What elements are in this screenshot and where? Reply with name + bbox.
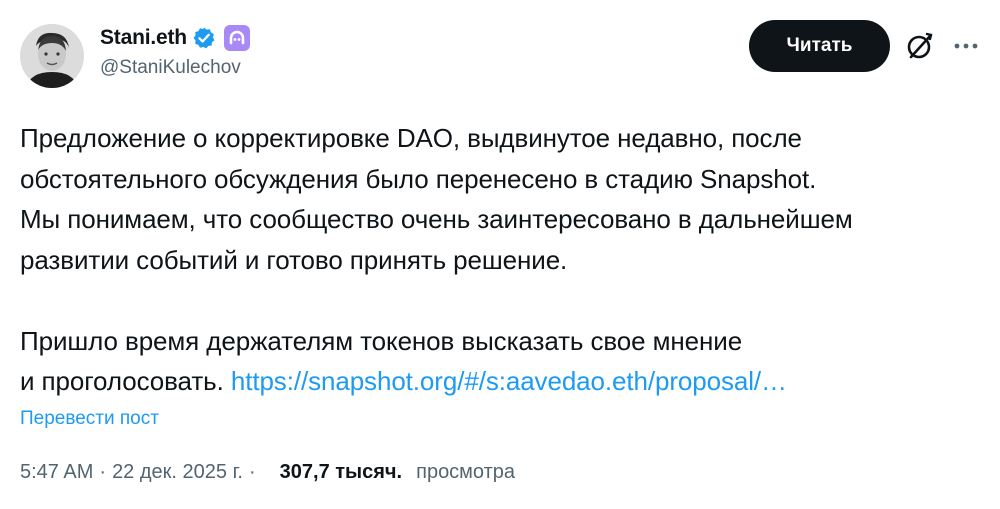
meta-separator: · bbox=[248, 461, 256, 483]
affiliate-badge-icon[interactable] bbox=[223, 25, 250, 51]
author-handle[interactable]: @StaniKulechov bbox=[100, 57, 241, 79]
tweet-line: обстоятельного обсуждения было перенесен… bbox=[20, 163, 817, 194]
tweet-time[interactable]: 5:47 AM bbox=[20, 461, 93, 484]
meta-separator: · bbox=[99, 461, 107, 483]
tweet-line-with-link: и проголосовать. https://snapshot.org/#/… bbox=[20, 361, 980, 402]
grok-icon[interactable] bbox=[904, 30, 936, 62]
tweet-meta: 5:47 AM · 22 дек. 2025 г. · 307,7 тысяч.… bbox=[20, 461, 515, 484]
avatar[interactable] bbox=[20, 24, 84, 88]
follow-button[interactable]: Читать bbox=[749, 20, 890, 72]
author-display-name[interactable]: Stani.eth bbox=[100, 26, 187, 50]
tweet-line: развитии событий и готово принять решени… bbox=[20, 244, 568, 275]
author-name-row: Stani.eth bbox=[100, 24, 250, 52]
more-options-icon[interactable] bbox=[952, 34, 980, 58]
tweet-text: Предложение о корректировке DAO, выдвину… bbox=[20, 118, 980, 402]
avatar-photo bbox=[20, 24, 84, 88]
tweet-card: Stani.eth @StaniKulechov Читать Предложе… bbox=[0, 0, 1000, 509]
tweet-line: Мы понимаем, что сообщество очень заинте… bbox=[20, 204, 853, 234]
verified-badge-icon[interactable] bbox=[192, 26, 216, 50]
views-count[interactable]: 307,7 тысяч. bbox=[280, 461, 402, 484]
tweet-line: Предложение о корректировке DAO, выдвину… bbox=[20, 123, 802, 153]
snapshot-proposal-link[interactable]: https://snapshot.org/#/s:aavedao.eth/pro… bbox=[231, 366, 787, 396]
tweet-line-text: и проголосовать. bbox=[20, 366, 224, 396]
tweet-date[interactable]: 22 дек. 2025 г. bbox=[112, 461, 243, 484]
tweet-line: Пришло время держателям токенов высказат… bbox=[20, 325, 743, 356]
translate-post-link[interactable]: Перевести пост bbox=[20, 408, 159, 430]
views-label: просмотра bbox=[416, 461, 516, 483]
